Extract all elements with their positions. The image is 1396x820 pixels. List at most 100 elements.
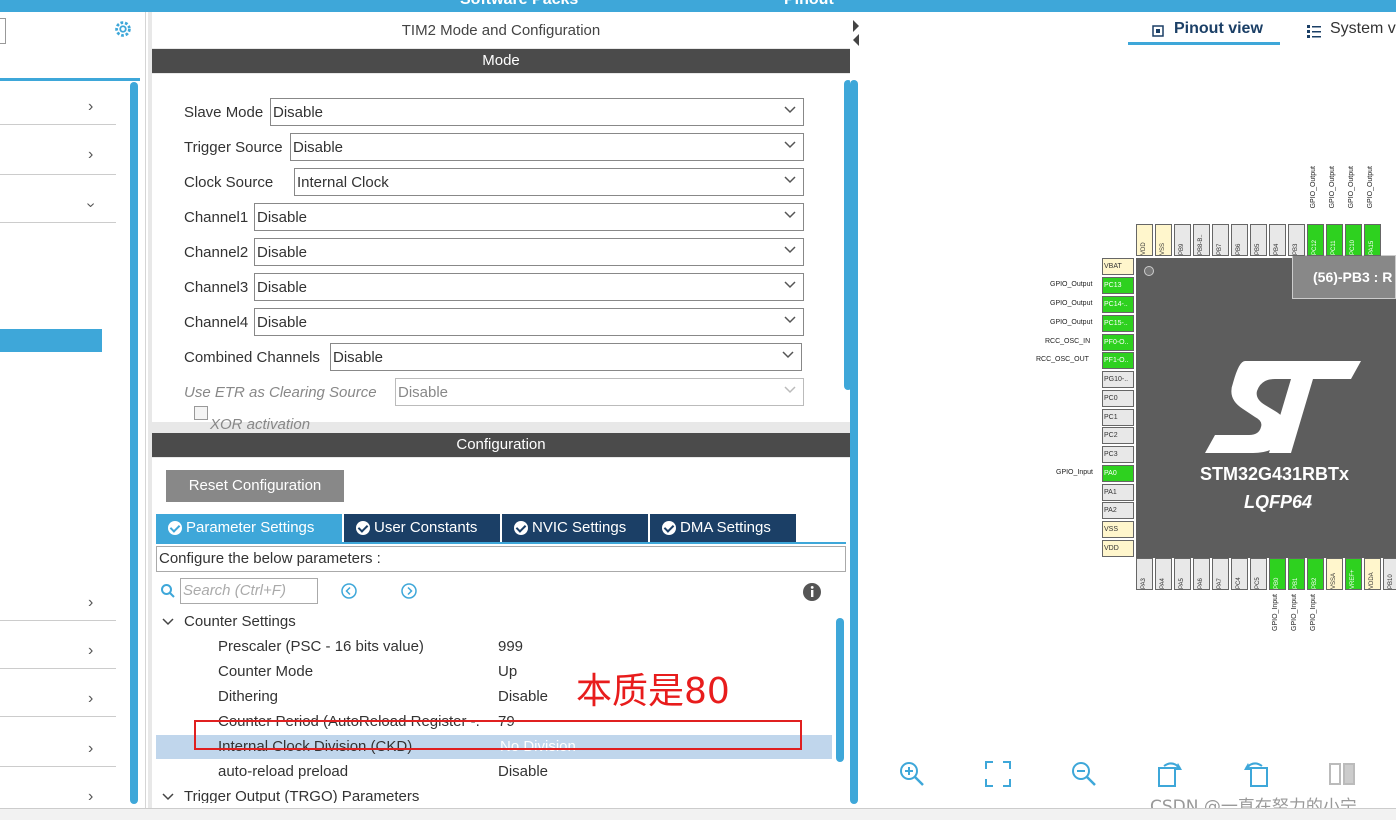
- left-scrollbar[interactable]: [130, 82, 138, 804]
- info-icon[interactable]: [802, 582, 822, 602]
- chevron-right-icon[interactable]: ›: [88, 146, 93, 164]
- pin-bottom[interactable]: PB2: [1307, 558, 1324, 590]
- chevron-right-icon[interactable]: ›: [88, 642, 93, 660]
- pin-left[interactable]: PC3: [1102, 446, 1134, 463]
- pin-left[interactable]: PC1: [1102, 409, 1134, 426]
- channel4-select[interactable]: Disable: [254, 308, 804, 336]
- pin-top[interactable]: PB4: [1269, 224, 1286, 256]
- pin-bottom[interactable]: PA5: [1174, 558, 1191, 590]
- divider: [0, 124, 116, 125]
- selected-category-item[interactable]: [0, 329, 102, 352]
- group-trgo-parameters[interactable]: Trigger Output (TRGO) Parameters: [156, 785, 830, 803]
- pin-top[interactable]: PC10: [1345, 224, 1362, 256]
- chevron-right-icon[interactable]: ›: [88, 690, 93, 708]
- combined-channels-select[interactable]: Disable: [330, 343, 802, 371]
- rotate-left-icon[interactable]: [1242, 760, 1270, 788]
- next-icon[interactable]: [400, 582, 418, 600]
- st-logo: [1205, 361, 1361, 453]
- pin-bottom[interactable]: PA3: [1136, 558, 1153, 590]
- category-search-input[interactable]: [0, 18, 6, 44]
- pin-left[interactable]: PA1: [1102, 484, 1134, 501]
- channel1-select[interactable]: Disable: [254, 203, 804, 231]
- trigger-source-select[interactable]: Disable: [290, 133, 804, 161]
- chevron-down-icon: [782, 351, 794, 359]
- fit-screen-icon[interactable]: [984, 760, 1012, 788]
- pin-top[interactable]: PC12: [1307, 224, 1324, 256]
- tab-pinout-view[interactable]: Pinout view: [1174, 20, 1263, 38]
- etr-clearing-label: Use ETR as Clearing Source: [184, 384, 377, 401]
- mid-scrollbar[interactable]: [850, 80, 858, 804]
- pin-top[interactable]: PB6: [1231, 224, 1248, 256]
- pin-top[interactable]: VSS: [1155, 224, 1172, 256]
- tab-user-constants[interactable]: User Constants: [344, 514, 500, 542]
- previous-icon[interactable]: [340, 582, 358, 600]
- xor-activation-label: XOR activation: [210, 416, 311, 433]
- param-row-auto-reload-preload[interactable]: auto-reload preload Disable: [156, 760, 830, 784]
- channel3-select[interactable]: Disable: [254, 273, 804, 301]
- left-category-panel: › › › › › › › ›: [0, 12, 146, 808]
- clock-source-select[interactable]: Internal Clock: [294, 168, 804, 196]
- pin-bottom[interactable]: PA6: [1193, 558, 1210, 590]
- pin-bottom[interactable]: PC4: [1231, 558, 1248, 590]
- pin-top[interactable]: PA15: [1364, 224, 1381, 256]
- pin-signal-label: GPIO_Output: [1310, 166, 1317, 209]
- gear-icon[interactable]: [112, 18, 134, 40]
- pin-bottom[interactable]: PC5: [1250, 558, 1267, 590]
- chevron-right-icon[interactable]: ›: [88, 98, 93, 116]
- reset-configuration-button[interactable]: Reset Configuration: [166, 470, 344, 502]
- split-view-icon[interactable]: [1328, 760, 1356, 788]
- pin-left[interactable]: PC0: [1102, 390, 1134, 407]
- pin-left[interactable]: PC2: [1102, 427, 1134, 444]
- zoom-in-icon[interactable]: [898, 760, 926, 788]
- pin-bottom[interactable]: VSSA: [1326, 558, 1343, 590]
- chevron-right-icon[interactable]: ›: [88, 788, 93, 806]
- group-counter-settings[interactable]: Counter Settings: [156, 610, 830, 634]
- pin-left[interactable]: VSS: [1102, 521, 1134, 538]
- check-circle-icon: [168, 521, 182, 535]
- pin-bottom[interactable]: PB1: [1288, 558, 1305, 590]
- pin-top[interactable]: PB9: [1174, 224, 1191, 256]
- chevron-down-icon[interactable]: ›: [82, 202, 100, 207]
- pin-bottom[interactable]: PA7: [1212, 558, 1229, 590]
- pin-left[interactable]: VBAT: [1102, 258, 1134, 275]
- configuration-body: Reset Configuration Parameter Settings U…: [152, 458, 850, 808]
- pin-top[interactable]: PB7: [1212, 224, 1229, 256]
- pin-bottom[interactable]: VDDA: [1364, 558, 1381, 590]
- pin-left[interactable]: PF1-O..: [1102, 352, 1134, 369]
- zoom-out-icon[interactable]: [1070, 760, 1098, 788]
- pin-bottom[interactable]: PA4: [1155, 558, 1172, 590]
- pin-top[interactable]: PC11: [1326, 224, 1343, 256]
- pin-top[interactable]: PB3: [1288, 224, 1305, 256]
- tab-system-view[interactable]: System vi: [1330, 20, 1396, 38]
- param-row-prescaler[interactable]: Prescaler (PSC - 16 bits value) 999: [156, 635, 830, 659]
- pin-bottom[interactable]: PB0: [1269, 558, 1286, 590]
- tab-pinout[interactable]: Pinout: [784, 0, 834, 9]
- pin-left[interactable]: VDD: [1102, 540, 1134, 557]
- tab-parameter-settings[interactable]: Parameter Settings: [156, 514, 342, 542]
- pin-left[interactable]: PC14-..: [1102, 296, 1134, 313]
- pin-left[interactable]: PC15-..: [1102, 315, 1134, 332]
- rotate-right-icon[interactable]: [1156, 760, 1184, 788]
- tab-dma-settings[interactable]: DMA Settings: [650, 514, 796, 542]
- collapse-handle-icon[interactable]: [852, 16, 860, 50]
- pin-left[interactable]: PA0: [1102, 465, 1134, 482]
- tab-nvic-settings[interactable]: NVIC Settings: [502, 514, 648, 542]
- pin-bottom[interactable]: PB10: [1383, 558, 1396, 590]
- slave-mode-select[interactable]: Disable: [270, 98, 804, 126]
- pin-signal-label: RCC_OSC_IN: [1045, 338, 1091, 345]
- parameter-search-input[interactable]: Search (Ctrl+F): [180, 578, 318, 604]
- chevron-right-icon[interactable]: ›: [88, 740, 93, 758]
- chip-icon: [1152, 25, 1164, 37]
- pin-top[interactable]: PB5: [1250, 224, 1267, 256]
- pin-left[interactable]: PF0-O..: [1102, 334, 1134, 351]
- pin-left[interactable]: PC13: [1102, 277, 1134, 294]
- pin-left[interactable]: PG10-..: [1102, 371, 1134, 388]
- chevron-right-icon[interactable]: ›: [88, 594, 93, 612]
- pin-top[interactable]: VDD: [1136, 224, 1153, 256]
- parameter-scrollbar[interactable]: [836, 618, 844, 762]
- pin-bottom[interactable]: VREF+: [1345, 558, 1362, 590]
- channel2-select[interactable]: Disable: [254, 238, 804, 266]
- tab-software-packs[interactable]: Software Packs: [460, 0, 578, 9]
- pin-left[interactable]: PA2: [1102, 502, 1134, 519]
- pin-top[interactable]: PB8-B..: [1193, 224, 1210, 256]
